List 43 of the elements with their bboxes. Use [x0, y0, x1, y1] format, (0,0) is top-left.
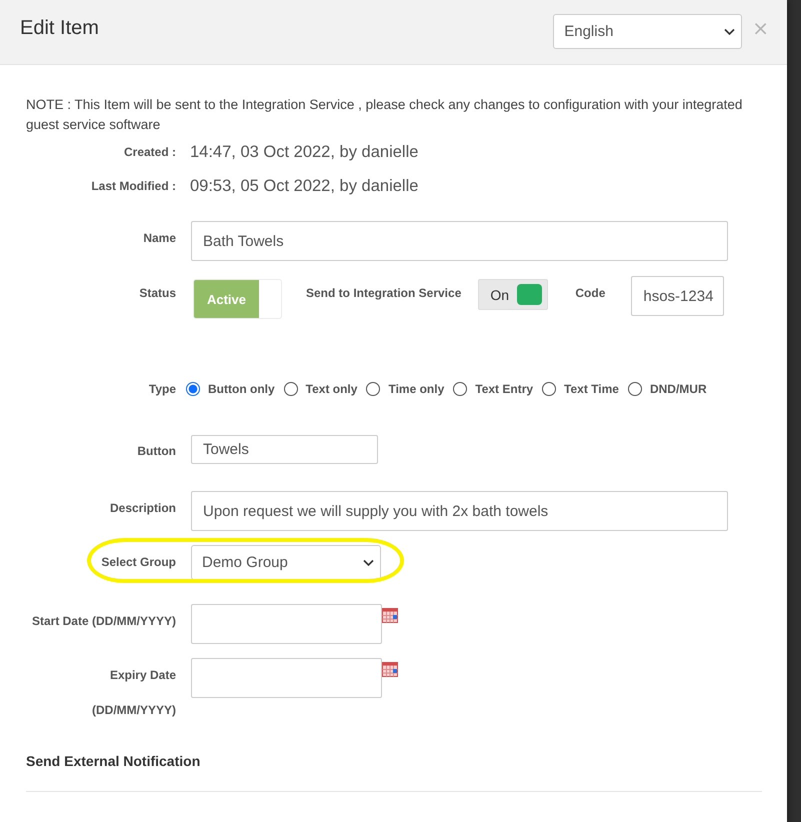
note-text: NOTE : This Item will be sent to the Integration Service , please check any changes to configuration with your integrated guest service software	[26, 96, 744, 134]
radio-label[interactable]: Time only	[388, 382, 444, 396]
radio-label[interactable]: Text only	[306, 382, 358, 396]
start-date-field[interactable]	[191, 604, 382, 644]
field-label: Status	[138, 285, 176, 302]
radio-label[interactable]: Button only	[208, 382, 275, 396]
field-label: Button	[136, 443, 176, 460]
meta-value: 14:47, 03 Oct 2022, by danielle	[190, 142, 418, 162]
radio-button[interactable]	[628, 382, 642, 396]
radio-button[interactable]	[366, 382, 380, 396]
radio-button[interactable]	[453, 382, 468, 396]
meta-value: 09:53, 05 Oct 2022, by danielle	[190, 176, 418, 196]
field-label: Code	[575, 285, 606, 302]
group-select[interactable]: Demo Group	[191, 545, 381, 580]
expiry-date-field[interactable]	[191, 658, 382, 698]
radio-label[interactable]: Text Time	[564, 382, 619, 396]
calendar-icon[interactable]	[382, 662, 398, 677]
meta-label: Created :	[122, 145, 176, 159]
button-text-field[interactable]: Towels	[191, 435, 378, 464]
field-label: Name	[142, 230, 176, 247]
section-title: Send External Notification	[26, 752, 202, 771]
name-field[interactable]: Bath Towels	[191, 221, 728, 261]
toggle-knob[interactable]	[517, 284, 542, 305]
chevron-down-icon	[724, 28, 736, 35]
code-field[interactable]: hsos-1234	[631, 276, 724, 316]
field-label: Start Date (DD/MM/YYYY)	[30, 613, 176, 630]
field-label: Send to Integration Service	[306, 285, 462, 302]
description-field[interactable]: Upon request we will supply you with 2x bath towels	[191, 491, 728, 531]
dialog-title: Edit Item	[20, 16, 99, 40]
radio-label[interactable]: Text Entry	[475, 382, 534, 396]
radio-button[interactable]	[284, 382, 298, 396]
field-label: Type	[148, 381, 176, 398]
calendar-icon[interactable]	[382, 608, 398, 623]
field-label: Description	[108, 500, 176, 517]
chevron-down-icon	[363, 559, 374, 566]
radio-label[interactable]: DND/MUR	[650, 382, 707, 396]
meta-label: Last Modified :	[90, 179, 176, 193]
field-label: Select Group	[100, 554, 176, 571]
field-label: Expiry Date (DD/MM/YYYY)	[91, 667, 176, 719]
radio-button[interactable]	[542, 382, 556, 396]
radio-button[interactable]	[186, 382, 200, 396]
language-select[interactable]: English	[553, 14, 742, 49]
integration-toggle[interactable]: On	[478, 279, 548, 310]
